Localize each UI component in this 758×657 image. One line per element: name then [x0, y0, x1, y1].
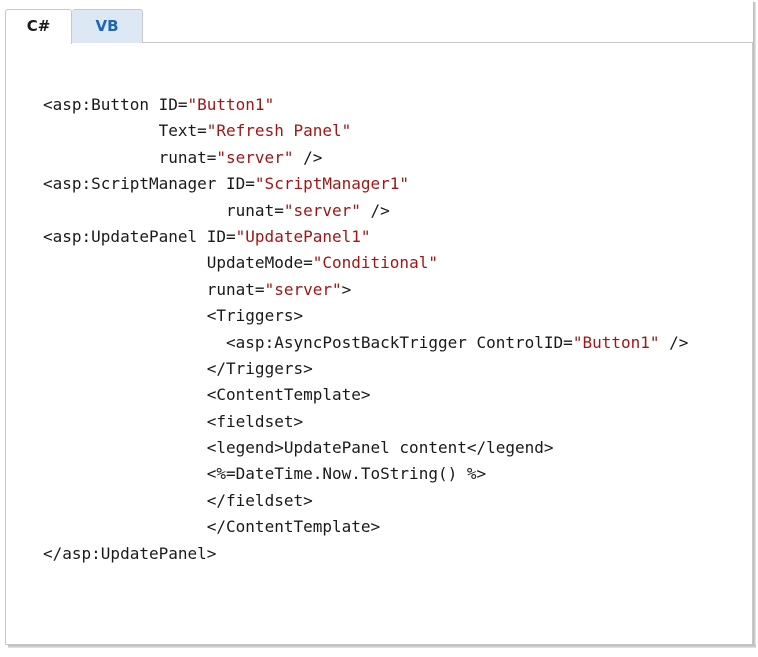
window-shadow-bottom: [8, 645, 756, 648]
code-string-literal: "server": [264, 279, 342, 299]
code-token: </asp:UpdatePanel>: [43, 543, 217, 563]
code-string-literal: "UpdatePanel1": [235, 226, 371, 246]
window-shadow-right: [753, 2, 756, 648]
code-line: </fieldset>: [43, 488, 688, 514]
code-token: <%=DateTime.Now.ToString() %>: [206, 464, 487, 484]
code-token: />: [659, 332, 689, 352]
code-line: <asp:ScriptManager ID="ScriptManager1": [43, 171, 688, 197]
code-token: />: [293, 147, 323, 167]
code-line: </asp:UpdatePanel>: [43, 541, 688, 567]
code-line: <ContentTemplate>: [43, 382, 688, 408]
code-line: <fieldset>: [43, 409, 688, 435]
code-line: runat="server" />: [43, 198, 688, 224]
code-token: <fieldset>: [206, 411, 304, 431]
tab-vb-label: VB: [95, 17, 119, 35]
code-line: <asp:AsyncPostBackTrigger ControlID="But…: [43, 330, 688, 356]
code-line: <Triggers>: [43, 303, 688, 329]
code-line: runat="server">: [43, 277, 688, 303]
code-string-literal: "Button1": [187, 95, 275, 114]
code-line: <%=DateTime.Now.ToString() %>: [43, 461, 688, 487]
code-token: <Triggers>: [206, 306, 304, 326]
tab-vb[interactable]: VB: [72, 9, 143, 43]
code-line: runat="server" />: [43, 145, 688, 171]
code-snippet-window: C# VB <asp:Button ID="Button1" Text="Ref…: [0, 0, 758, 657]
tab-csharp-label: C#: [26, 17, 51, 35]
code-token: <legend>UpdatePanel content</legend>: [206, 438, 554, 458]
code-token: </ContentTemplate>: [206, 517, 381, 537]
code-line: UpdateMode="Conditional": [43, 250, 688, 276]
code-token: <asp:UpdatePanel ID=: [43, 226, 236, 246]
code-block: <asp:Button ID="Button1" Text="Refresh P…: [43, 92, 688, 567]
tab-csharp[interactable]: C#: [5, 9, 72, 44]
code-string-literal: "server": [283, 200, 361, 220]
code-line: <asp:Button ID="Button1": [43, 92, 688, 118]
code-token: </fieldset>: [206, 490, 313, 510]
code-line: <legend>UpdatePanel content</legend>: [43, 435, 688, 461]
code-string-literal: "ScriptManager1": [254, 174, 410, 194]
code-token: <asp:ScriptManager ID=: [43, 174, 255, 194]
code-line: <asp:UpdatePanel ID="UpdatePanel1": [43, 224, 688, 250]
code-string-literal: "server": [216, 147, 294, 167]
code-string-literal: "Conditional": [312, 253, 438, 273]
code-token: runat=: [206, 279, 265, 299]
code-token: UpdateMode=: [206, 253, 313, 273]
code-token: <asp:Button ID=: [43, 95, 188, 114]
code-line: </ContentTemplate>: [43, 514, 688, 540]
code-string-literal: "Refresh Panel": [206, 121, 352, 141]
code-token: Text=: [158, 121, 207, 141]
code-token: </Triggers>: [206, 358, 313, 378]
code-token: <asp:AsyncPostBackTrigger ControlID=: [226, 332, 573, 352]
code-line: </Triggers>: [43, 356, 688, 382]
code-token: runat=: [226, 200, 284, 220]
code-token: >: [341, 279, 352, 299]
code-token: />: [360, 200, 390, 220]
code-string-literal: "Button1": [572, 332, 660, 352]
code-token: <ContentTemplate>: [206, 385, 371, 405]
code-token: runat=: [158, 147, 217, 167]
code-line: Text="Refresh Panel": [43, 118, 688, 144]
